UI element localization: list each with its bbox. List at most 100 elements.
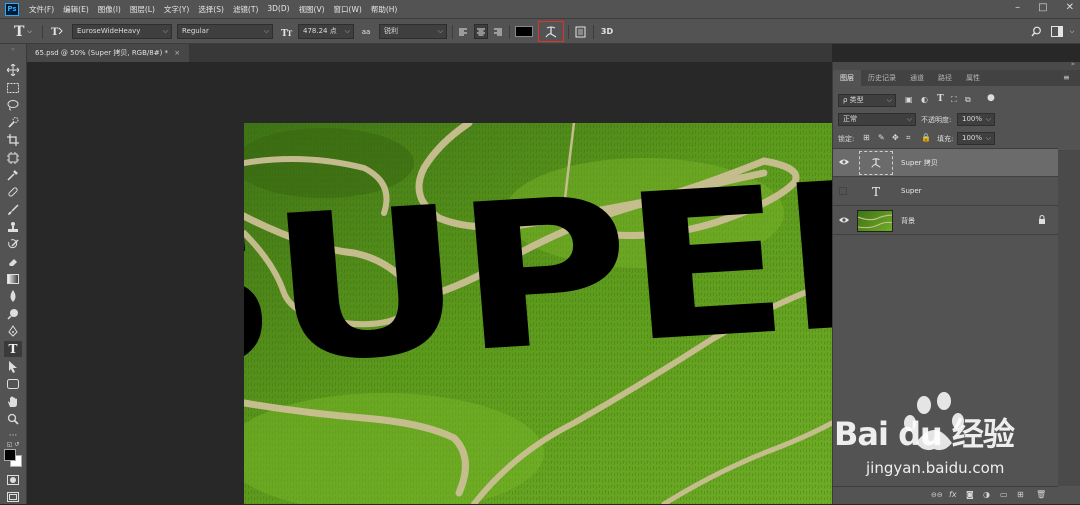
font-family-dropdown[interactable]: EuroseWideHeavy ⌵: [72, 24, 172, 39]
filter-shape-icon[interactable]: ⛶: [951, 95, 957, 105]
align-left-icon[interactable]: [457, 24, 469, 39]
clone-stamp-tool-icon[interactable]: [4, 219, 22, 235]
menu-help[interactable]: 帮助(H): [371, 4, 398, 15]
dodge-tool-icon[interactable]: [4, 306, 22, 322]
chevron-down-icon[interactable]: ⌵: [1068, 24, 1076, 39]
document-tab[interactable]: 65.psd @ 50% (Super 拷贝, RGB/8#) * ×: [27, 44, 189, 62]
eraser-tool-icon[interactable]: [4, 254, 22, 270]
path-selection-tool-icon[interactable]: [4, 359, 22, 375]
blur-tool-icon[interactable]: [4, 288, 22, 304]
quick-select-tool-icon[interactable]: [4, 114, 22, 130]
pen-tool-icon[interactable]: [4, 323, 22, 339]
text-color-fill: [515, 26, 533, 37]
document-canvas[interactable]: SUPER: [244, 123, 832, 504]
healing-brush-tool-icon[interactable]: [4, 184, 22, 200]
font-size-dropdown[interactable]: 478.24 点 ⌵: [298, 24, 354, 39]
panel-header-strip: »: [833, 60, 1080, 70]
blend-mode-dropdown[interactable]: 正常 ⌵: [838, 113, 916, 126]
layer-filter-dropdown[interactable]: ρ 类型 ⌵: [838, 94, 896, 107]
lock-transparent-icon[interactable]: ⊞: [863, 133, 870, 142]
foreground-color-swatch[interactable]: [4, 449, 16, 461]
zoom-tool-icon[interactable]: [4, 411, 22, 427]
visibility-off-box[interactable]: [839, 187, 847, 195]
filter-smart-object-icon[interactable]: ⧉: [965, 95, 971, 105]
tab-properties[interactable]: 属性: [959, 70, 987, 86]
menu-edit[interactable]: 编辑(E): [63, 4, 89, 15]
hand-tool-icon[interactable]: [4, 394, 22, 410]
maximize-icon[interactable]: □: [1038, 2, 1047, 13]
tab-channels[interactable]: 通道: [903, 70, 931, 86]
align-right-icon[interactable]: [492, 24, 504, 39]
align-center-icon[interactable]: [474, 24, 488, 39]
menu-layer[interactable]: 图层(L): [130, 4, 155, 15]
fill-input[interactable]: 100% ⌵: [957, 132, 995, 145]
collapse-toolbar-icon[interactable]: »: [4, 46, 22, 53]
tab-paths[interactable]: 路径: [931, 70, 959, 86]
crop-tool-icon[interactable]: [4, 132, 22, 148]
menu-window[interactable]: 窗口(W): [334, 4, 362, 15]
screen-mode-icon[interactable]: [4, 489, 22, 505]
layer-row[interactable]: Super 拷贝: [833, 149, 1058, 177]
warp-text-icon: [871, 158, 881, 168]
character-panel-icon[interactable]: [573, 24, 587, 39]
lock-all-icon[interactable]: 🔒: [921, 133, 931, 142]
menu-view[interactable]: 视图(V): [299, 4, 325, 15]
3d-button[interactable]: 3D: [599, 24, 615, 39]
quick-mask-icon[interactable]: [4, 472, 22, 488]
close-icon[interactable]: ✕: [1066, 2, 1074, 13]
warp-text-icon: [545, 25, 557, 37]
panel-menu-icon[interactable]: ≡: [1063, 73, 1070, 82]
warp-text-button[interactable]: [538, 21, 564, 42]
menu-filter[interactable]: 滤镜(T): [233, 4, 258, 15]
visibility-eye-icon[interactable]: [839, 216, 849, 224]
lasso-tool-icon[interactable]: [4, 97, 22, 113]
text-color-swatch[interactable]: [514, 24, 534, 39]
layer-name[interactable]: 背景: [901, 216, 915, 226]
font-style-dropdown[interactable]: Regular ⌵: [177, 24, 273, 39]
menu-3d[interactable]: 3D(D): [267, 4, 289, 15]
toggle-orientation-icon[interactable]: T: [48, 24, 64, 39]
layer-row[interactable]: 背景: [833, 207, 1058, 235]
layer-row[interactable]: T Super: [833, 178, 1058, 206]
menu-file[interactable]: 文件(F): [29, 4, 54, 15]
history-brush-tool-icon[interactable]: [4, 237, 22, 253]
layer-name[interactable]: Super 拷贝: [901, 158, 938, 168]
filter-pixel-icon[interactable]: ▣: [905, 95, 913, 104]
move-tool-icon[interactable]: [4, 62, 22, 78]
menu-type[interactable]: 文字(Y): [164, 4, 189, 15]
lock-position-icon[interactable]: ✥: [892, 133, 899, 142]
options-bar: T ⌵ T EuroseWideHeavy ⌵ Regular ⌵ TT 478.2…: [0, 18, 1080, 44]
antialias-dropdown[interactable]: 锐利 ⌵: [379, 24, 447, 39]
tab-layers[interactable]: 图层: [833, 70, 861, 86]
search-icon[interactable]: [1029, 24, 1043, 39]
lock-image-icon[interactable]: ✎: [878, 133, 885, 142]
filter-type-icon[interactable]: T: [937, 94, 944, 104]
type-tool-preset-picker[interactable]: T ⌵: [8, 23, 38, 40]
workspace-icon[interactable]: [1049, 24, 1065, 39]
default-colors-icon[interactable]: ◱ ↺: [4, 439, 22, 449]
opacity-input[interactable]: 100% ⌵: [957, 113, 995, 126]
lock-artboard-icon[interactable]: ⌗: [906, 133, 911, 143]
visibility-eye-icon[interactable]: [839, 158, 849, 166]
close-tab-icon[interactable]: ×: [174, 49, 180, 57]
font-size-icon: TT: [280, 24, 296, 39]
menu-image[interactable]: 图像(I): [98, 4, 121, 15]
rectangle-tool-icon[interactable]: [4, 376, 22, 392]
frame-tool-icon[interactable]: [4, 150, 22, 166]
menu-select[interactable]: 选择(S): [198, 4, 224, 15]
gradient-tool-icon[interactable]: [4, 271, 22, 287]
filter-adjustment-icon[interactable]: ◐: [921, 95, 928, 104]
layer-filter-row: ρ 类型 ⌵ ▣ ◐ T ⛶ ⧉ ●: [833, 93, 1059, 108]
filter-toggle-icon[interactable]: ●: [987, 93, 995, 103]
layer-name[interactable]: Super: [901, 187, 922, 195]
minimize-icon[interactable]: –: [1015, 2, 1020, 13]
eyedropper-tool-icon[interactable]: [4, 167, 22, 183]
brush-tool-icon[interactable]: [4, 202, 22, 218]
type-tool-icon[interactable]: T: [4, 341, 22, 357]
type-tool-icon: T: [14, 23, 25, 40]
marquee-tool-icon[interactable]: [4, 80, 22, 96]
tab-history[interactable]: 历史记录: [861, 70, 903, 86]
fill-label: 填充:: [937, 135, 954, 143]
collapse-panel-icon[interactable]: »: [1071, 60, 1075, 68]
svg-text:T: T: [51, 27, 59, 38]
